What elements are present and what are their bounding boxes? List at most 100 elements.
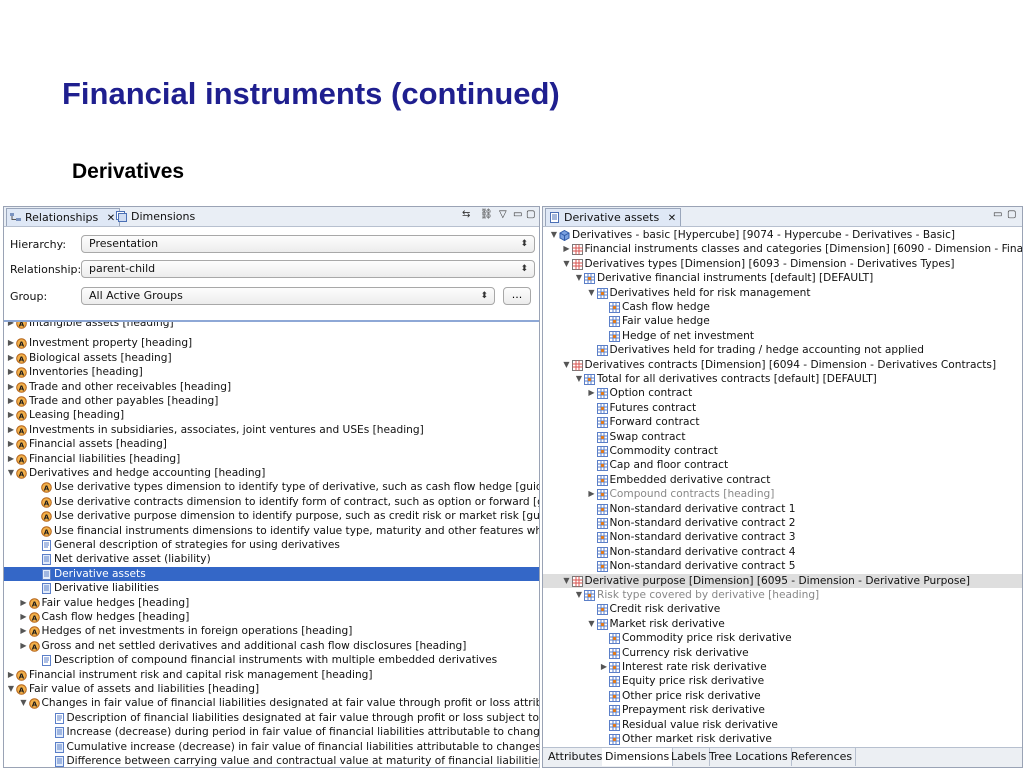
tree-row[interactable]: Embedded derivative contract: [543, 473, 1022, 487]
collapse-triangle-icon[interactable]: ▶: [7, 322, 15, 330]
tree-row[interactable]: ▶ A Leasing [heading]: [4, 408, 539, 422]
tree-row[interactable]: Credit risk derivative: [543, 602, 1022, 616]
tree-row[interactable]: Futures contract: [543, 401, 1022, 415]
tree-row[interactable]: Hedge of net investment: [543, 329, 1022, 343]
tree-row[interactable]: ▼ Derivative purpose [Dimension] [6095 - …: [543, 573, 1022, 588]
tree-row[interactable]: ▶ A Investment property [heading]: [4, 336, 539, 350]
tree-row[interactable]: ▶ Interest rate risk derivative: [543, 660, 1022, 674]
tree-row[interactable]: Increase (decrease) during period in fai…: [4, 725, 539, 739]
tree-row[interactable]: Description of compound financial instru…: [4, 653, 539, 667]
tree-row[interactable]: A Use derivative contracts dimension to i…: [4, 495, 539, 509]
tree-row[interactable]: ▶ A Hedges of net investments in foreign o…: [4, 624, 539, 638]
close-icon[interactable]: ✕: [668, 213, 676, 224]
tree-row[interactable]: ▶ A Investments in subsidiaries, associate…: [4, 423, 539, 437]
tree-row[interactable]: ▶ A Fair value hedges [heading]: [4, 596, 539, 610]
tab-derivative-assets[interactable]: Derivative assets ✕: [545, 208, 682, 226]
tree-row[interactable]: Swap contract: [543, 430, 1022, 444]
collapse-triangle-icon[interactable]: ▶: [7, 668, 15, 682]
hierarchy-select[interactable]: Presentation ⬍: [81, 235, 535, 253]
minimize-icon[interactable]: ▭: [993, 209, 1002, 220]
tree-row[interactable]: Cap and floor contract: [543, 458, 1022, 472]
tree-row[interactable]: A Use derivative purpose dimension to ide…: [4, 509, 539, 523]
collapse-triangle-icon[interactable]: ▶: [20, 624, 28, 638]
collapse-triangle-icon[interactable]: ▶: [7, 423, 15, 437]
tree-row[interactable]: ▼ Derivatives types [Dimension] [6093 - D…: [543, 257, 1022, 271]
tree-row[interactable]: ▶ A Financial liabilities [heading]: [4, 452, 539, 466]
tree-row[interactable]: ▶ A Trade and other receivables [heading]: [4, 380, 539, 394]
collapse-triangle-icon[interactable]: ▶: [7, 336, 15, 350]
tree-row[interactable]: Forward contract: [543, 415, 1022, 429]
tree-row[interactable]: ▶ Option contract: [543, 386, 1022, 400]
tab-attributes[interactable]: Attributes: [545, 748, 607, 766]
tree-row[interactable]: Derivative liabilities: [4, 581, 539, 595]
collapse-triangle-icon[interactable]: ▶: [7, 365, 15, 379]
tree-row[interactable]: Commodity contract: [543, 444, 1022, 458]
tree-row[interactable]: ▶ Compound contracts [heading]: [543, 487, 1022, 501]
expand-triangle-icon[interactable]: ▼: [563, 257, 571, 271]
tree-row[interactable]: Cumulative increase (decrease) in fair v…: [4, 740, 539, 754]
tree-row[interactable]: Other market risk derivative: [543, 732, 1022, 746]
tree-row[interactable]: ▶ A Financial instrument risk and capital …: [4, 668, 539, 682]
collapse-triangle-icon[interactable]: ▶: [7, 351, 15, 365]
tree-row[interactable]: Non-standard derivative contract 1: [543, 502, 1022, 516]
expand-triangle-icon[interactable]: ▼: [575, 372, 583, 386]
tree-row[interactable]: ▶ A Financial assets [heading]: [4, 437, 539, 451]
expand-triangle-icon[interactable]: ▼: [575, 588, 583, 602]
tree-row[interactable]: Currency risk derivative: [543, 646, 1022, 660]
browse-groups-button[interactable]: ...: [503, 287, 531, 305]
expand-triangle-icon[interactable]: ▼: [588, 286, 596, 300]
tree-row[interactable]: Prepayment risk derivative: [543, 703, 1022, 717]
tree-row[interactable]: ▶ A Cash flow hedges [heading]: [4, 610, 539, 624]
tree-row[interactable]: ▼ Risk type covered by derivative [headin…: [543, 588, 1022, 602]
tree-row[interactable]: Commodity price risk derivative: [543, 631, 1022, 645]
tree-row[interactable]: Other price risk derivative: [543, 689, 1022, 703]
tree-row[interactable]: ▼ Derivatives contracts [Dimension] [6094…: [543, 358, 1022, 372]
maximize-icon[interactable]: ▢: [526, 209, 535, 220]
expand-triangle-icon[interactable]: ▼: [20, 696, 28, 710]
dimensions-tree[interactable]: ▼ Derivatives - basic [Hypercube] [9074 -…: [543, 228, 1022, 746]
tree-row[interactable]: A Use financial instruments dimensions to…: [4, 524, 539, 538]
tree-row[interactable]: ▼ Derivative financial instruments [defau…: [543, 271, 1022, 285]
tree-row[interactable]: ▼ A Changes in fair value of financial lia…: [4, 696, 539, 710]
minimize-icon[interactable]: ▭: [513, 209, 522, 220]
tree-row[interactable]: Description of financial liabilities des…: [4, 711, 539, 725]
tree-row[interactable]: ▶ A Intangible assets [heading]: [4, 322, 539, 330]
tree-row[interactable]: General description of strategies for us…: [4, 538, 539, 552]
tree-row[interactable]: ▼ Total for all derivatives contracts [de…: [543, 372, 1022, 386]
expand-triangle-icon[interactable]: ▼: [563, 574, 571, 588]
tree-row[interactable]: ▼ A Derivatives and hedge accounting [head…: [4, 466, 539, 480]
tree-row[interactable]: Non-standard derivative contract 2: [543, 516, 1022, 530]
collapse-triangle-icon[interactable]: ▶: [563, 242, 571, 256]
tree-row[interactable]: Cash flow hedge: [543, 300, 1022, 314]
tree-row[interactable]: Equity price risk derivative: [543, 674, 1022, 688]
collapse-triangle-icon[interactable]: ▶: [20, 639, 28, 653]
tree-row[interactable]: Non-standard derivative contract 3: [543, 530, 1022, 544]
tree-row[interactable]: ▶ A Inventories [heading]: [4, 365, 539, 379]
view-menu-icon[interactable]: ▽: [499, 209, 507, 220]
collapse-triangle-icon[interactable]: ▶: [7, 408, 15, 422]
tab-references[interactable]: References: [788, 748, 857, 766]
tree-row[interactable]: Derivatives held for trading / hedge acc…: [543, 343, 1022, 357]
tree-row[interactable]: Difference between carrying value and co…: [4, 754, 539, 767]
tree-row[interactable]: ▼ Market risk derivative: [543, 617, 1022, 631]
relationship-select[interactable]: parent-child ⬍: [81, 260, 535, 278]
tree-row[interactable]: Residual value risk derivative: [543, 718, 1022, 732]
expand-triangle-icon[interactable]: ▼: [550, 228, 558, 242]
tree-row[interactable]: Net derivative asset (liability): [4, 552, 539, 566]
collapse-triangle-icon[interactable]: ▶: [588, 386, 596, 400]
tree-row[interactable]: ▶ A Gross and net settled derivatives and …: [4, 639, 539, 653]
maximize-icon[interactable]: ▢: [1007, 209, 1016, 220]
collapse-triangle-icon[interactable]: ▶: [7, 394, 15, 408]
expand-triangle-icon[interactable]: ▼: [7, 466, 15, 480]
tab-relationships[interactable]: Relationships ✕: [6, 208, 121, 226]
tree-row[interactable]: Derivative assets: [4, 566, 539, 582]
relationships-tree[interactable]: ▶ A Intangible assets [heading] ▶ A Investmen…: [4, 320, 539, 767]
tree-row[interactable]: ▶ A Trade and other payables [heading]: [4, 394, 539, 408]
collapse-triangle-icon[interactable]: ▶: [20, 610, 28, 624]
tree-row[interactable]: Non-standard derivative contract 5: [543, 559, 1022, 573]
tab-dimensions[interactable]: Dimensions: [113, 208, 199, 225]
tree-row[interactable]: ▼ A Fair value of assets and liabilities […: [4, 682, 539, 696]
sync-icon[interactable]: ⇆: [462, 209, 470, 220]
expand-triangle-icon[interactable]: ▼: [575, 271, 583, 285]
tree-row[interactable]: A Use derivative types dimension to ident…: [4, 480, 539, 494]
